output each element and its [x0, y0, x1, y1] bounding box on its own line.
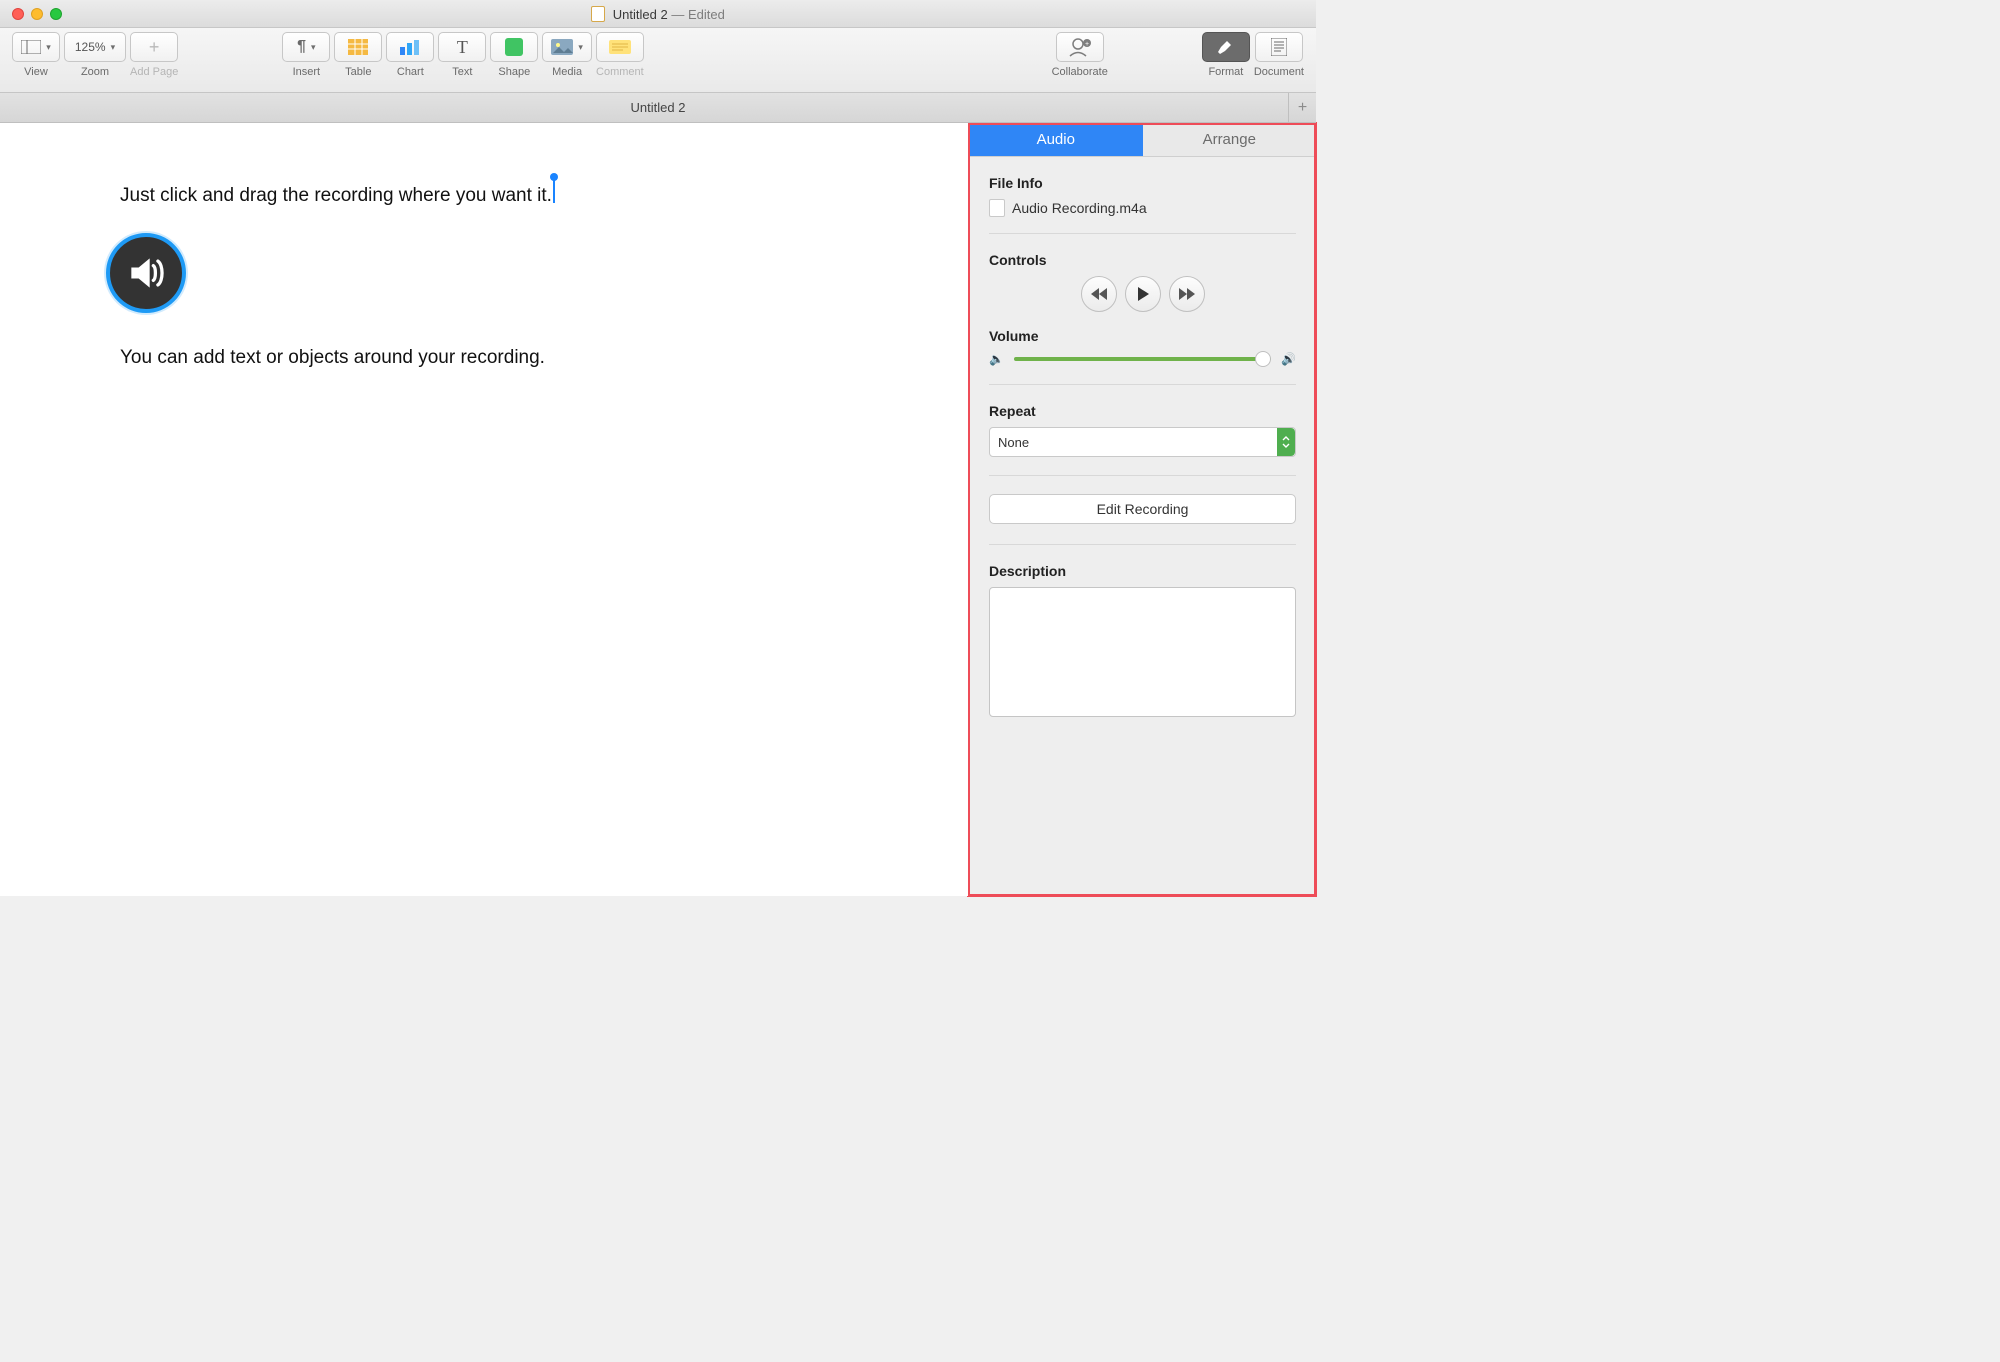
- volume-low-icon: 🔈: [989, 352, 1004, 366]
- rewind-button[interactable]: [1081, 276, 1117, 312]
- divider: [989, 233, 1296, 234]
- zoom-window-button[interactable]: [50, 8, 62, 20]
- pilcrow-icon: ¶: [297, 38, 306, 56]
- select-caret-icon: [1277, 428, 1295, 456]
- tab-untitled2[interactable]: Untitled 2: [631, 100, 686, 115]
- window-title-suffix: — Edited: [668, 7, 725, 22]
- text-icon: T: [457, 37, 468, 58]
- format-inspector: Audio Arrange File Info Audio Recording.…: [968, 123, 1316, 896]
- document-canvas[interactable]: Just click and drag the recording where …: [0, 123, 968, 896]
- repeat-title: Repeat: [989, 403, 1296, 419]
- text-label: Text: [452, 66, 472, 78]
- document-icon: [591, 6, 605, 22]
- file-info-title: File Info: [989, 175, 1296, 191]
- toolbar: ▾ View 125%▾ Zoom + Add Page ¶▾ Insert T…: [0, 28, 1316, 93]
- description-title: Description: [989, 563, 1296, 579]
- zoom-label: Zoom: [81, 66, 109, 78]
- file-info-row: Audio Recording.m4a: [989, 199, 1296, 217]
- divider: [989, 544, 1296, 545]
- plus-icon: +: [149, 37, 160, 58]
- title-bar: Untitled 2 — Edited: [0, 0, 1316, 28]
- audio-file-icon: [989, 199, 1005, 217]
- add-page-label: Add Page: [130, 66, 178, 78]
- shape-button[interactable]: [490, 32, 538, 62]
- chart-label: Chart: [397, 66, 424, 78]
- format-button[interactable]: [1202, 32, 1250, 62]
- volume-title: Volume: [989, 328, 1296, 344]
- zoom-button[interactable]: 125%▾: [64, 32, 126, 62]
- description-textarea[interactable]: [989, 587, 1296, 717]
- shape-label: Shape: [498, 66, 530, 78]
- volume-high-icon: 🔊: [1281, 352, 1296, 366]
- inspector-tab-audio[interactable]: Audio: [969, 123, 1143, 156]
- edit-recording-button[interactable]: Edit Recording: [989, 494, 1296, 524]
- new-tab-button[interactable]: +: [1288, 93, 1316, 123]
- play-icon: [1136, 286, 1150, 302]
- volume-slider[interactable]: [1014, 357, 1271, 361]
- inspector-tab-arrange[interactable]: Arrange: [1143, 123, 1317, 156]
- format-label: Format: [1208, 66, 1243, 78]
- table-icon: [348, 39, 368, 55]
- comment-label: Comment: [596, 66, 644, 78]
- tab-strip: Untitled 2 +: [0, 93, 1316, 123]
- controls-title: Controls: [989, 252, 1296, 268]
- rewind-icon: [1091, 287, 1107, 301]
- window-title-name: Untitled 2: [613, 7, 668, 22]
- minimize-window-button[interactable]: [31, 8, 43, 20]
- media-label: Media: [552, 66, 582, 78]
- audio-recording-object[interactable]: [106, 233, 186, 313]
- insert-label: Insert: [293, 66, 321, 78]
- insert-button[interactable]: ¶▾: [282, 32, 330, 62]
- shape-icon: [505, 38, 523, 56]
- body-text-line1[interactable]: Just click and drag the recording where …: [120, 185, 552, 207]
- view-button[interactable]: ▾: [12, 32, 60, 62]
- brush-icon: [1215, 39, 1237, 55]
- volume-thumb[interactable]: [1255, 351, 1271, 367]
- forward-button[interactable]: [1169, 276, 1205, 312]
- svg-text:+: +: [1085, 41, 1089, 48]
- chart-button[interactable]: [386, 32, 434, 62]
- play-button[interactable]: [1125, 276, 1161, 312]
- divider: [989, 384, 1296, 385]
- window-title: Untitled 2 — Edited: [0, 6, 1316, 22]
- chart-icon: [399, 39, 421, 55]
- collaborate-icon: +: [1068, 37, 1092, 57]
- zoom-value: 125%: [75, 40, 106, 54]
- collaborate-label: Collaborate: [1052, 66, 1108, 78]
- document-icon-toolbar: [1271, 38, 1287, 56]
- file-name: Audio Recording.m4a: [1012, 200, 1147, 216]
- forward-icon: [1179, 287, 1195, 301]
- window-controls: [12, 8, 62, 20]
- collaborate-button[interactable]: +: [1056, 32, 1104, 62]
- divider: [989, 475, 1296, 476]
- view-icon: [21, 40, 41, 54]
- media-button[interactable]: ▾: [542, 32, 592, 62]
- table-button[interactable]: [334, 32, 382, 62]
- view-label: View: [24, 66, 48, 78]
- comment-button[interactable]: [596, 32, 644, 62]
- body-text-line2[interactable]: You can add text or objects around your …: [120, 347, 545, 369]
- document-label: Document: [1254, 66, 1304, 78]
- text-button[interactable]: T: [438, 32, 486, 62]
- document-button[interactable]: [1255, 32, 1303, 62]
- close-window-button[interactable]: [12, 8, 24, 20]
- add-page-button[interactable]: +: [130, 32, 178, 62]
- speaker-icon: [124, 251, 168, 295]
- comment-icon: [609, 40, 631, 54]
- media-icon: [551, 39, 573, 55]
- repeat-value: None: [998, 435, 1029, 450]
- table-label: Table: [345, 66, 371, 78]
- repeat-select[interactable]: None: [989, 427, 1296, 457]
